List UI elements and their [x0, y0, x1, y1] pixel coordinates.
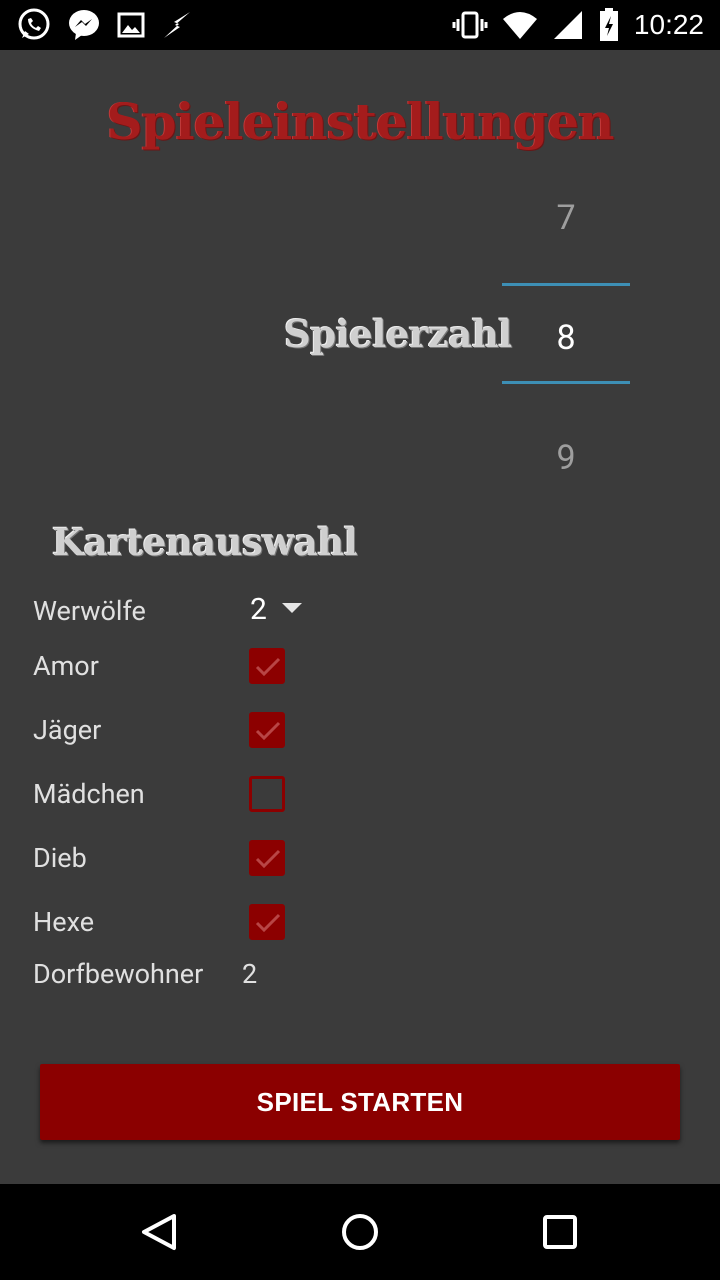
messenger-icon — [66, 7, 102, 43]
picker-divider-bottom — [502, 381, 630, 384]
dropdown-arrow-icon — [281, 600, 303, 619]
checkmark-icon — [255, 721, 281, 741]
role-label-maedchen: Mädchen — [33, 778, 145, 810]
signal-icon — [552, 9, 584, 41]
villagers-count: 2 — [242, 958, 258, 990]
picker-previous-value[interactable]: 7 — [502, 198, 630, 238]
status-bar: 10:22 — [0, 0, 720, 50]
checkbox-amor[interactable] — [249, 648, 285, 684]
picker-divider-top — [502, 283, 630, 286]
back-icon[interactable] — [136, 1208, 184, 1256]
checkmark-icon — [255, 849, 281, 869]
role-label-jaeger: Jäger — [33, 714, 102, 746]
villagers-label: Dorfbewohner — [33, 958, 204, 990]
wifi-icon — [502, 7, 538, 43]
werewolves-spinner[interactable]: 2 — [250, 592, 303, 627]
home-icon[interactable] — [336, 1208, 384, 1256]
checkbox-maedchen[interactable] — [249, 776, 285, 812]
werewolves-label: Werwölfe — [33, 595, 146, 627]
page-title: Spieleinstellungen — [106, 92, 615, 151]
system-icons: 10:22 — [452, 6, 704, 44]
clock: 10:22 — [633, 9, 704, 40]
checkmark-icon — [255, 913, 281, 933]
notification-icons — [16, 7, 194, 43]
role-label-amor: Amor — [33, 650, 99, 682]
picker-next-value[interactable]: 9 — [502, 438, 630, 478]
image-icon — [116, 10, 146, 40]
vibrate-icon — [452, 7, 488, 43]
picker-current-value[interactable]: 8 — [502, 318, 630, 358]
game-settings-screen: Spieleinstellungen Spielerzahl 7 8 9 Kar… — [0, 50, 720, 1184]
werewolves-value: 2 — [250, 592, 267, 627]
whatsapp-icon — [16, 7, 52, 43]
checkmark-icon — [255, 657, 281, 677]
start-game-button[interactable]: SPIEL STARTEN — [40, 1064, 680, 1140]
checkbox-jaeger[interactable] — [249, 712, 285, 748]
player-count-picker[interactable]: 7 8 9 — [502, 188, 630, 548]
checkbox-hexe[interactable] — [249, 904, 285, 940]
card-selection-heading: Kartenauswahl — [52, 520, 358, 564]
checkbox-dieb[interactable] — [249, 840, 285, 876]
flash-icon — [160, 8, 194, 42]
role-label-hexe: Hexe — [33, 906, 95, 938]
role-label-dieb: Dieb — [33, 842, 87, 874]
player-count-label: Spielerzahl — [284, 312, 512, 356]
battery-icon — [598, 7, 620, 43]
recent-apps-icon[interactable] — [536, 1208, 584, 1256]
navigation-bar — [0, 1184, 720, 1280]
